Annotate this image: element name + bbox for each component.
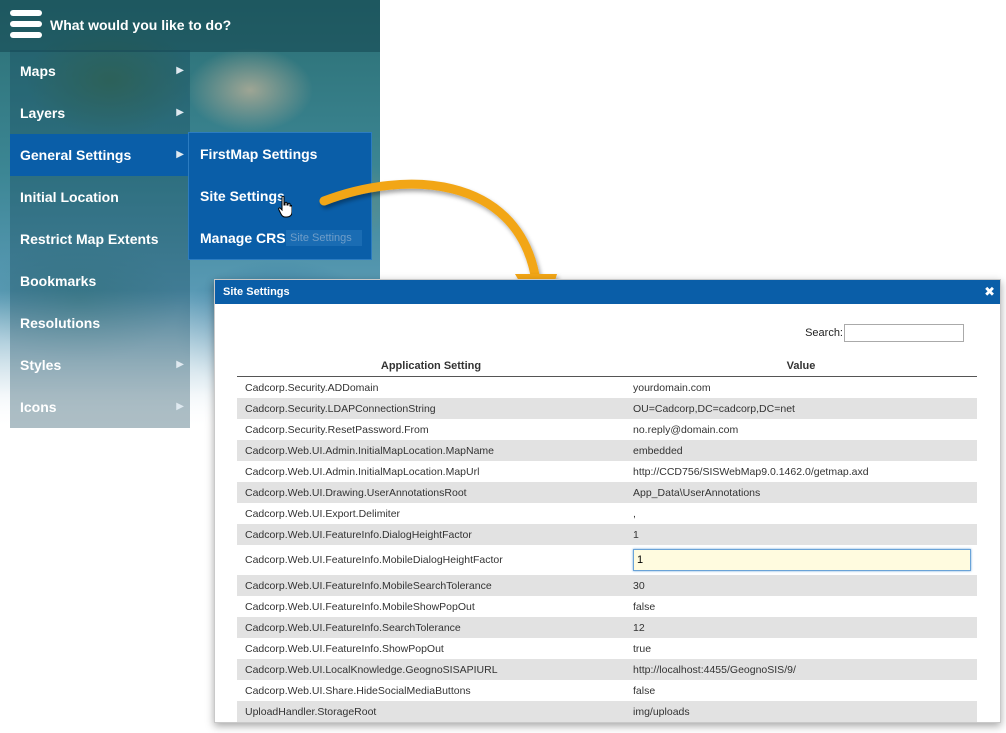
setting-name-cell: UploadHandler.StorageRoot <box>237 701 625 722</box>
menu-item-label: Initial Location <box>20 189 119 205</box>
setting-name-cell: Cadcorp.Web.UI.FeatureInfo.SearchToleran… <box>237 617 625 638</box>
column-header-setting[interactable]: Application Setting <box>237 356 625 377</box>
menu-item-label: Bookmarks <box>20 273 97 289</box>
search-row: Search: <box>805 324 964 342</box>
hamburger-icon[interactable] <box>10 10 42 40</box>
hand-pointer-icon <box>278 196 292 218</box>
table-row[interactable]: Cadcorp.Web.UI.FeatureInfo.DialogHeightF… <box>237 524 977 545</box>
menu-item-initial-location[interactable]: Initial Location <box>10 176 190 218</box>
table-row[interactable]: Cadcorp.Web.UI.Admin.InitialMapLocation.… <box>237 461 977 482</box>
submenu-item-label: FirstMap Settings <box>200 146 318 162</box>
dialog-header: Site Settings ✖ <box>215 280 1000 304</box>
table-row[interactable]: Cadcorp.Web.UI.FeatureInfo.ShowPopOut tru… <box>237 638 977 659</box>
setting-name-cell: Cadcorp.Security.ResetPassword.From <box>245 423 429 436</box>
setting-value-cell[interactable]: 30 <box>625 575 977 596</box>
setting-name-cell: Cadcorp.Web.UI.Drawing.UserAnnotationsRo… <box>237 482 625 503</box>
menu-item-layers[interactable]: Layers ▶ <box>10 92 190 134</box>
search-input[interactable] <box>844 324 964 342</box>
setting-value-cell[interactable]: http://CCD756/SISWebMap9.0.1462.0/getmap… <box>625 461 977 482</box>
setting-value-input[interactable] <box>633 549 971 571</box>
menu-item-label: Resolutions <box>20 315 101 331</box>
setting-name-cell: Cadcorp.Web.UI.FeatureInfo.DialogHeightF… <box>237 524 625 545</box>
table-row[interactable]: UploadHandler.StorageRoot img/uploads <box>237 701 977 722</box>
table-row[interactable]: Cadcorp.Web.UI.LocalKnowledge.GeognoSISA… <box>237 659 977 680</box>
setting-value-cell[interactable]: false <box>625 680 977 701</box>
menu-item-maps[interactable]: Maps ▶ <box>10 50 190 92</box>
setting-value-cell[interactable]: embedded <box>625 440 977 461</box>
setting-name-cell: Cadcorp.Security.ADDomain <box>245 381 379 394</box>
chevron-right-icon: ▶ <box>176 359 184 370</box>
menu-item-general-settings[interactable]: General Settings ▶ <box>10 134 190 176</box>
setting-value-cell[interactable]: App_Data\UserAnnotations <box>625 482 977 503</box>
search-label: Search: <box>805 327 843 339</box>
setting-name-cell: Cadcorp.Web.UI.FeatureInfo.MobileSearchT… <box>237 575 625 596</box>
setting-value-cell[interactable]: 12 <box>625 617 977 638</box>
menu-header: What would you like to do? <box>0 0 380 52</box>
setting-value-cell[interactable]: img/uploads <box>625 701 977 722</box>
setting-name-cell: Cadcorp.Web.UI.FeatureInfo.ShowPopOut <box>245 642 444 655</box>
setting-name-cell: Cadcorp.Web.UI.FeatureInfo.MobileDialogH… <box>245 554 503 566</box>
chevron-right-icon: ▶ <box>176 65 184 76</box>
menu-title: What would you like to do? <box>50 17 232 33</box>
chevron-right-icon: ▶ <box>176 107 184 118</box>
chevron-right-icon: ▶ <box>176 149 184 160</box>
setting-name-cell: Cadcorp.Web.UI.FeatureInfo.MobileShowPop… <box>245 600 475 613</box>
table-row[interactable]: Cadcorp.Web.UI.FeatureInfo.MobileShowPop… <box>237 596 977 617</box>
setting-value-cell[interactable]: , <box>625 503 977 524</box>
menu-item-label: Icons <box>20 399 57 415</box>
close-icon[interactable]: ✖ <box>984 280 995 304</box>
table-row[interactable]: Cadcorp.Web.UI.FeatureInfo.SearchToleran… <box>237 617 977 638</box>
menu-item-label: Restrict Map Extents <box>20 231 159 247</box>
menu-item-resolutions[interactable]: Resolutions <box>10 302 190 344</box>
setting-value-cell[interactable]: OU=Cadcorp,DC=cadcorp,DC=net <box>625 398 977 419</box>
submenu-item-label: Manage CRS <box>200 230 286 246</box>
menu-item-label: General Settings <box>20 147 132 163</box>
dialog-title: Site Settings <box>223 286 290 298</box>
table-row[interactable]: Cadcorp.Security.LDAPConnectionString OU=… <box>237 398 977 419</box>
setting-value-cell[interactable] <box>625 545 977 575</box>
menu-item-label: Layers <box>20 105 66 121</box>
setting-value-cell[interactable]: no.reply@domain.com <box>625 419 977 440</box>
table-row[interactable]: Cadcorp.Web.UI.FeatureInfo.MobileSearchT… <box>237 575 977 596</box>
setting-name-cell: Cadcorp.Web.UI.Admin.InitialMapLocation.… <box>245 465 480 478</box>
setting-value-cell[interactable]: http://localhost:4455/GeognoSIS/9/ <box>625 659 977 680</box>
table-row[interactable]: Cadcorp.Security.ADDomain yourdomain.com <box>237 377 977 399</box>
site-settings-dialog: Site Settings ✖ Search: Application Sett… <box>214 279 1001 723</box>
table-header-row: Application Setting Value <box>237 356 977 377</box>
menu-item-icons[interactable]: Icons ▶ <box>10 386 190 428</box>
table-row[interactable]: Cadcorp.Web.UI.Admin.InitialMapLocation.… <box>237 440 977 461</box>
submenu-item-label: Site Settings <box>200 188 285 204</box>
menu-item-label: Styles <box>20 357 62 373</box>
table-row[interactable]: Cadcorp.Web.UI.Share.HideSocialMediaButt… <box>237 680 977 701</box>
setting-name-cell: Cadcorp.Web.UI.Export.Delimiter <box>245 507 401 520</box>
setting-name-cell: Cadcorp.Web.UI.LocalKnowledge.GeognoSISA… <box>237 659 625 680</box>
table-row[interactable]: Cadcorp.Web.UI.FeatureInfo.MobileDialogH… <box>237 545 977 575</box>
table-row[interactable]: Cadcorp.Web.UI.Drawing.UserAnnotationsRo… <box>237 482 977 503</box>
column-header-value[interactable]: Value <box>625 356 977 377</box>
setting-value-cell[interactable]: false <box>625 596 977 617</box>
menu-item-bookmarks[interactable]: Bookmarks <box>10 260 190 302</box>
chevron-right-icon: ▶ <box>176 401 184 412</box>
setting-value-cell[interactable]: true <box>625 638 977 659</box>
setting-name-cell: Cadcorp.Web.UI.Admin.InitialMapLocation.… <box>237 440 625 461</box>
menu-item-styles[interactable]: Styles ▶ <box>10 344 190 386</box>
setting-name-cell: Cadcorp.Web.UI.Share.HideSocialMediaButt… <box>245 684 471 697</box>
menu-item-label: Maps <box>20 63 56 79</box>
settings-table: Application Setting Value Cadcorp.Securi… <box>237 356 977 722</box>
setting-name-cell: Cadcorp.Security.LDAPConnectionString <box>237 398 625 419</box>
table-row[interactable]: Cadcorp.Web.UI.Export.Delimiter, <box>237 503 977 524</box>
menu-item-restrict-map-extents[interactable]: Restrict Map Extents <box>10 218 190 260</box>
submenu-item-firstmap-settings[interactable]: FirstMap Settings <box>189 133 371 175</box>
setting-value-cell[interactable]: yourdomain.com <box>625 377 977 399</box>
main-menu: Maps ▶ Layers ▶ General Settings ▶ Initial Loc… <box>10 50 190 428</box>
table-row[interactable]: Cadcorp.Security.ResetPassword.From no.re… <box>237 419 977 440</box>
setting-value-cell[interactable]: 1 <box>625 524 977 545</box>
